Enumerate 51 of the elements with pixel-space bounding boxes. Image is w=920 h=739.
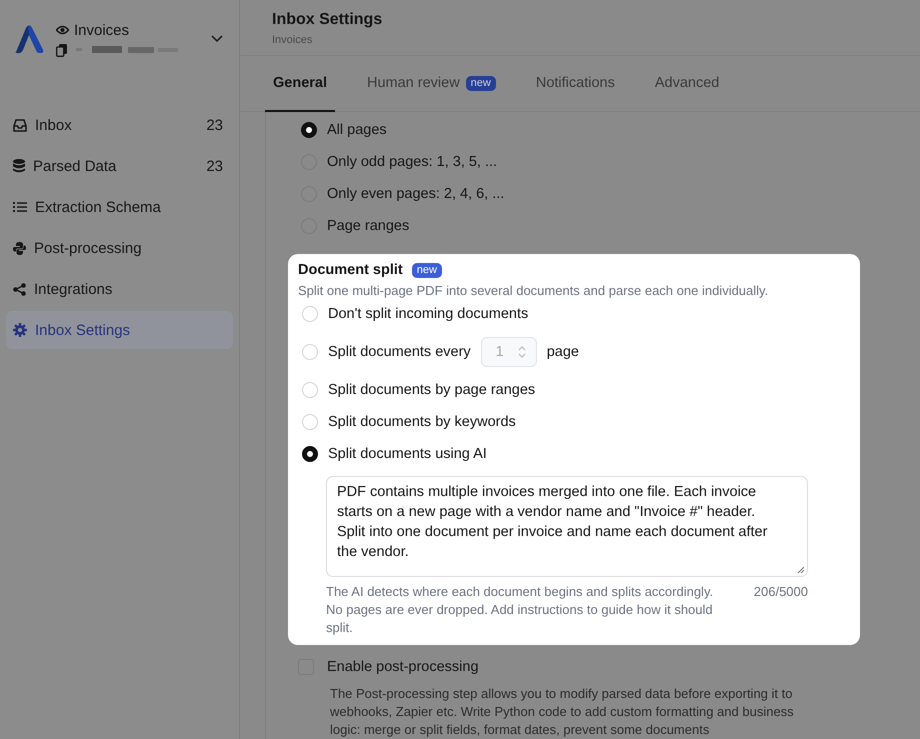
spinner-icon [518, 345, 526, 359]
tab-label: Notifications [536, 75, 615, 91]
nav-item[interactable]: Inbox Settings [6, 311, 233, 349]
nav-item[interactable]: Extraction Schema [6, 188, 233, 226]
python-icon [13, 242, 26, 254]
character-counter: 206/5000 [754, 583, 808, 601]
page-subtitle: Invoices [272, 34, 314, 46]
new-badge: new [466, 76, 496, 90]
tab[interactable]: Human review new [359, 56, 504, 112]
section-title: Document split [298, 262, 403, 278]
option-label: Split documents using AI [328, 446, 487, 462]
option-label: Only odd pages: 1, 3, 5, ... [327, 154, 498, 170]
chevron-down-icon[interactable] [211, 35, 223, 43]
new-badge: new [412, 262, 442, 278]
nav-item[interactable]: Integrations [6, 270, 233, 308]
settings-icon [13, 323, 27, 337]
checkbox-label: Enable post-processing [327, 659, 479, 675]
copy-icon [56, 44, 67, 56]
option-label: Split documents every [328, 344, 471, 360]
help-text: The AI detects where each document begins and splits accordingly. No pages are ever dropped. Add instructions to guide how it should split. [326, 583, 714, 637]
option-suffix: page [546, 344, 579, 360]
option-label: Split documents by page ranges [328, 382, 536, 398]
tab-label: Advanced [654, 75, 720, 91]
workspace-name: Invoices [74, 22, 130, 38]
option-label: Split documents by keywords [328, 414, 516, 430]
eye-icon [56, 25, 69, 35]
section-description: Split one multi-page PDF into several documents and parse each one individually. [298, 283, 770, 298]
resize-grip-icon[interactable] [797, 566, 804, 573]
option-label: Only even pages: 2, 4, 6, ... [327, 186, 504, 202]
page-title: Inbox Settings [272, 11, 384, 29]
list-icon [13, 201, 27, 213]
tab[interactable]: General [265, 56, 335, 112]
option-label: All pages [327, 122, 387, 138]
option-label: Don't split incoming documents [328, 306, 528, 322]
radio-button[interactable] [301, 122, 317, 138]
inbox-tray-icon [13, 118, 27, 132]
tab[interactable]: Notifications [528, 56, 623, 112]
option-label: Page ranges [327, 218, 410, 234]
item-count: 23 [206, 116, 223, 134]
database-icon [13, 159, 25, 173]
tab-label: General [273, 75, 327, 91]
item-count: 23 [206, 158, 223, 174]
tab-label: Human review [367, 75, 460, 91]
nav-item[interactable]: Post-processing [6, 229, 233, 267]
nav-item[interactable]: Inbox 23 [6, 106, 233, 144]
radio-button[interactable] [302, 446, 318, 462]
post-processing-description: The Post-processing step allows you to modify parsed data before exporting it to webhooks, Zapier etc. Write Python code to add custom formatting and business logic: merge or split fields, format dates, prevent some documents [330, 685, 795, 739]
tab[interactable]: Advanced [646, 56, 728, 112]
share-icon [13, 282, 26, 296]
instructions-field[interactable]: PDF contains multiple invoices merged into one file. Each invoice starts on a new page with a vendor name and "Invoice #" header. Split into one document per invoice and name each document after the vendor. [326, 476, 808, 577]
nav-item[interactable]: Parsed Data 23 [6, 147, 233, 185]
